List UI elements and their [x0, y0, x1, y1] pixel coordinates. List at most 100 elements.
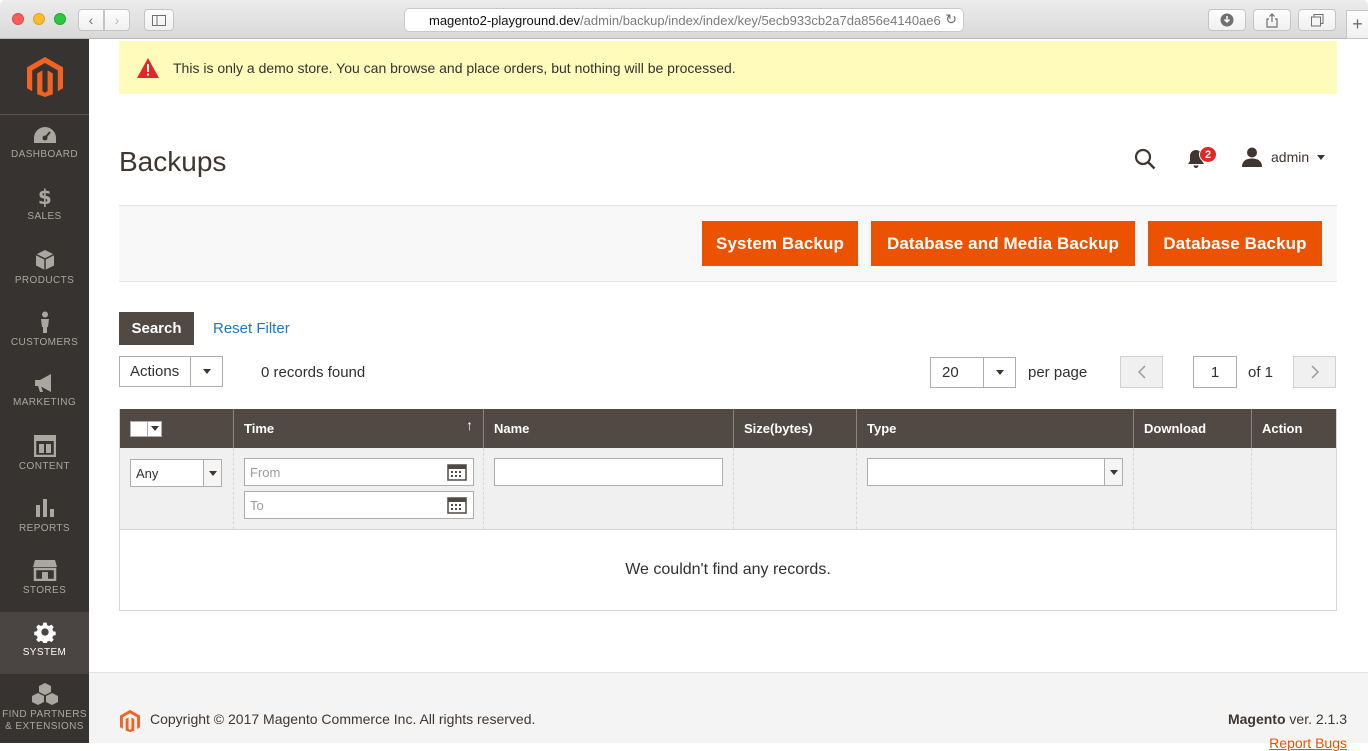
url-domain: magento2-playground.dev: [429, 13, 581, 28]
minimize-window-button[interactable]: [33, 13, 45, 25]
address-bar[interactable]: magento2-playground.dev/admin/backup/ind…: [404, 8, 964, 32]
storefront-icon: [32, 560, 57, 581]
calendar-icon[interactable]: [447, 496, 467, 514]
records-found-count: 0 records found: [261, 364, 366, 381]
magento-logo-icon: [26, 56, 63, 97]
empty-grid-message: We couldn't find any records.: [625, 561, 831, 578]
caret-down-icon: [150, 426, 159, 431]
svg-text:$: $: [38, 187, 52, 207]
warning-icon: [137, 57, 159, 78]
total-pages-label: of 1: [1248, 364, 1274, 381]
reload-icon[interactable]: ↻: [941, 11, 957, 28]
sidebar-item-label: CONTENT: [18, 461, 71, 472]
chevron-down-icon: [983, 358, 1015, 387]
sidebar-item-sales[interactable]: $ SALES: [0, 178, 89, 240]
magento-footer-logo-icon: [120, 709, 140, 733]
notification-count-badge: 2: [1199, 146, 1217, 163]
magento-logo[interactable]: [0, 39, 89, 115]
layout-icon: [33, 435, 56, 457]
chevron-down-icon: [1104, 459, 1122, 485]
previous-page-button[interactable]: [1120, 356, 1163, 388]
next-page-button[interactable]: [1293, 356, 1336, 388]
sidebar-item-stores[interactable]: STORES: [0, 550, 89, 612]
sidebar-item-reports[interactable]: REPORTS: [0, 488, 89, 550]
search-button[interactable]: Search: [119, 312, 194, 345]
sidebar-item-marketing[interactable]: MARKETING: [0, 364, 89, 426]
sidebar-toggle-button[interactable]: [144, 9, 174, 31]
user-menu[interactable]: admin: [1242, 147, 1326, 167]
forward-button[interactable]: ›: [104, 9, 130, 31]
type-filter-select[interactable]: [867, 458, 1123, 486]
dashboard-icon: [33, 127, 56, 143]
chevron-down-icon: [190, 357, 222, 386]
system-backup-button[interactable]: System Backup: [702, 221, 858, 266]
sidebar-item-content[interactable]: CONTENT: [0, 426, 89, 488]
name-filter-input[interactable]: [494, 458, 723, 486]
plus-icon: +: [1352, 14, 1363, 34]
box-icon: [35, 250, 54, 270]
sidebar-item-dashboard[interactable]: DASHBOARD: [0, 116, 89, 178]
column-header-time[interactable]: Time ↑: [234, 409, 484, 448]
page-title: Backups: [119, 146, 227, 177]
mass-actions-label: Actions: [130, 363, 180, 380]
column-header-size[interactable]: Size(bytes): [734, 409, 857, 448]
copyright-text: Copyright © 2017 Magento Commerce Inc. A…: [150, 711, 536, 727]
gear-icon: [33, 622, 56, 643]
sidebar-item-label: PRODUCTS: [14, 275, 75, 286]
column-header-type[interactable]: Type: [857, 409, 1134, 448]
time-to-input[interactable]: To: [244, 491, 474, 519]
megaphone-icon: [34, 374, 51, 392]
calendar-icon[interactable]: [447, 463, 467, 481]
dollar-icon: $: [38, 187, 52, 207]
mass-select-checkbox[interactable]: [130, 420, 162, 437]
report-bugs-link[interactable]: Report Bugs: [1269, 735, 1347, 751]
back-button[interactable]: ‹: [78, 9, 104, 31]
sidebar-item-label: SYSTEM: [22, 647, 67, 658]
time-from-input[interactable]: From: [244, 458, 474, 486]
mass-select-header: [120, 409, 234, 448]
search-icon: [1134, 148, 1156, 170]
tabs-overview-button[interactable]: [1298, 9, 1336, 31]
bar-chart-icon: [35, 499, 54, 517]
sidebar-item-label: FIND PARTNERS: [2, 709, 87, 720]
downloads-button[interactable]: [1208, 9, 1246, 31]
sidebar-item-find-partners[interactable]: FIND PARTNERS & EXTENSIONS: [0, 674, 89, 743]
sidebar-item-label: CUSTOMERS: [10, 337, 79, 348]
close-window-button[interactable]: [12, 13, 24, 25]
global-search-button[interactable]: [1134, 148, 1156, 175]
chevron-left-icon: [1137, 365, 1146, 379]
page-number-input[interactable]: 1: [1193, 356, 1237, 388]
zoom-window-button[interactable]: [54, 13, 66, 25]
mass-actions-select[interactable]: Actions: [119, 356, 223, 387]
sidebar-item-system[interactable]: SYSTEM: [0, 612, 89, 674]
user-name: admin: [1271, 149, 1310, 165]
person-icon: [40, 311, 49, 333]
browser-toolbar: ‹ › magento2-playground.dev/admin/backup…: [0, 0, 1368, 39]
share-button[interactable]: [1253, 9, 1291, 31]
per-page-value: 20: [942, 364, 959, 381]
url-path: /admin/backup/index/index/key/5ecb933cb2…: [580, 13, 941, 28]
share-icon: [1266, 12, 1278, 28]
sidebar-item-label: SALES: [27, 211, 62, 222]
sidebar-item-customers[interactable]: CUSTOMERS: [0, 302, 89, 364]
sidebar-item-label: STORES: [22, 585, 67, 596]
sidebar-item-label: & EXTENSIONS: [5, 721, 84, 732]
version-text: Magento ver. 2.1.3: [1227, 711, 1347, 727]
new-tab-button[interactable]: +: [1346, 10, 1368, 39]
database-media-backup-button[interactable]: Database and Media Backup: [871, 221, 1135, 266]
admin-sidebar: DASHBOARD $ SALES PRODUCTS CUSTOMERS MAR…: [0, 39, 89, 743]
per-page-select[interactable]: 20: [930, 357, 1016, 388]
cubes-icon: [31, 683, 58, 705]
reset-filter-link[interactable]: Reset Filter: [213, 320, 290, 337]
sidebar-item-label: REPORTS: [19, 523, 70, 534]
database-backup-button[interactable]: Database Backup: [1148, 221, 1322, 266]
column-header-name[interactable]: Name: [484, 409, 734, 448]
mass-select-filter[interactable]: Any: [130, 459, 222, 487]
size-filter-cell: [734, 448, 857, 529]
column-header-download: Download: [1134, 409, 1252, 448]
sidebar-item-products[interactable]: PRODUCTS: [0, 240, 89, 302]
action-filter-cell: [1252, 448, 1336, 529]
demo-notice-text: This is only a demo store. You can brows…: [173, 59, 736, 76]
column-header-action: Action: [1262, 421, 1303, 436]
caret-down-icon: [1317, 154, 1326, 160]
